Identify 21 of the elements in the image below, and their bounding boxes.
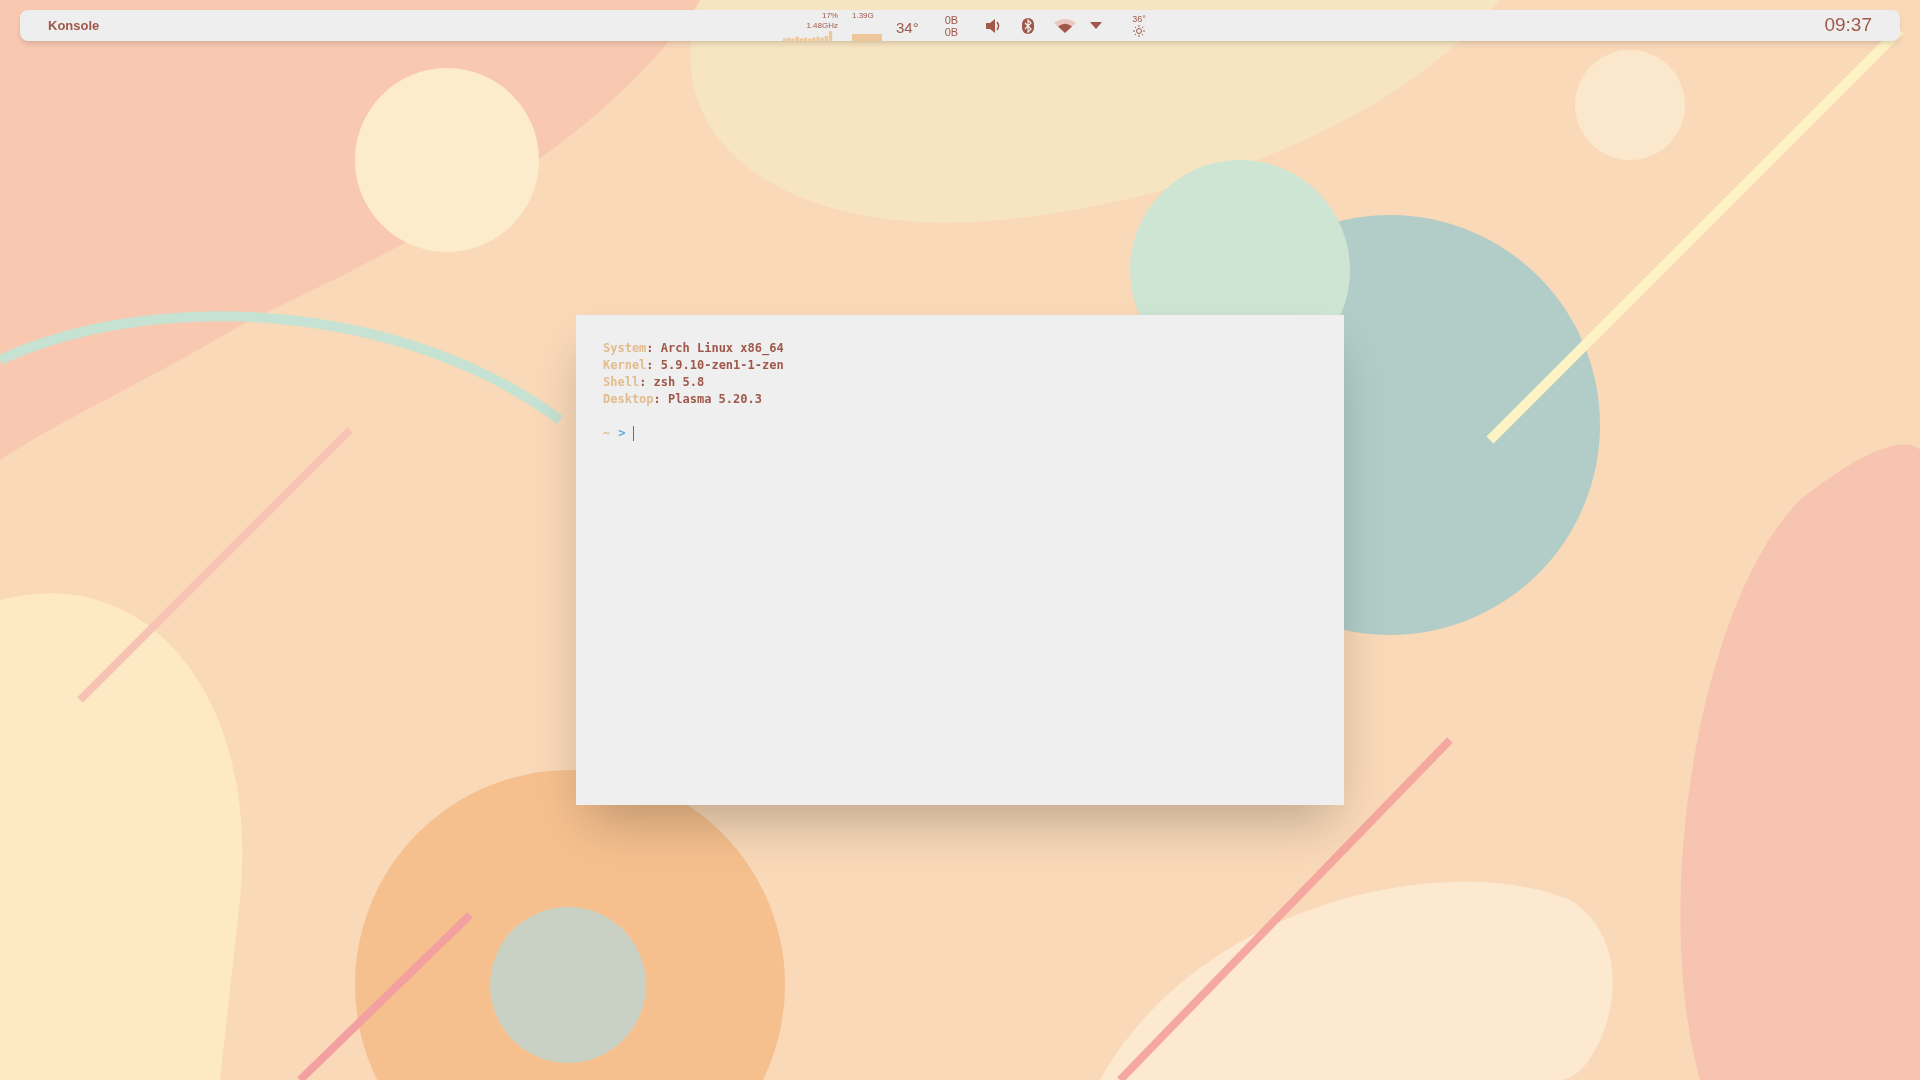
prompt-tilde: ~ [603,425,611,442]
cpu-usage: 17% [821,11,838,21]
caret-down-icon[interactable] [1090,21,1103,30]
weather-temperature: 36° [1132,14,1146,25]
wifi-icon[interactable] [1054,18,1077,33]
text-cursor [633,426,635,441]
app-title: Konsole [48,16,100,35]
network-upload: 0B [944,13,959,26]
clock[interactable]: 09:37 [1824,11,1872,40]
memory-bar [852,34,882,41]
terminal-line: Kernel: 5.9.10-zen1-1-zen [603,357,785,374]
network-download: 0B [944,25,959,38]
memory-usage: 1.39G [852,11,875,21]
sun-icon [1132,25,1145,37]
terminal-line: Desktop: Plasma 5.20.3 [603,391,763,408]
cpu-temperature: 34° [896,18,919,39]
cpu-frequency: 1.48GHz [806,21,838,31]
bluetooth-icon[interactable] [1022,17,1035,34]
prompt-arrow: > [618,425,626,442]
terminal-line: Shell: zsh 5.8 [603,374,706,391]
terminal-line: System: Arch Linux x86_64 [603,340,785,357]
